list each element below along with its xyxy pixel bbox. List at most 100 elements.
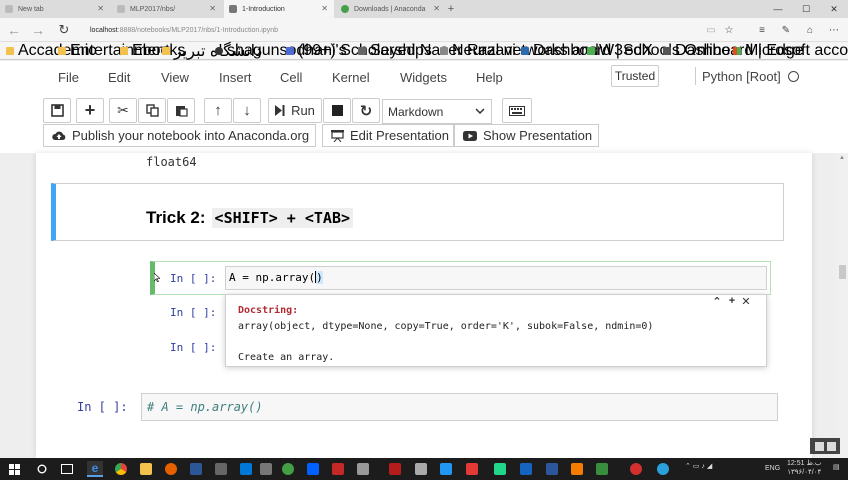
insert-cell-button[interactable]: + [76,98,104,123]
tab-1-introduction[interactable]: 1-Introduction ✕ [224,0,334,18]
menu-kernel[interactable]: Kernel [332,63,370,91]
show-presentation-button[interactable]: Show Presentation [454,124,599,147]
copy-button[interactable] [138,98,166,123]
share-icon[interactable]: ⌂ [802,22,818,38]
menu-help[interactable]: Help [476,63,503,91]
keyboard-icon [509,105,525,116]
maximize-icon[interactable]: ☐ [792,0,820,18]
app-icon[interactable] [569,461,585,477]
close-tooltip-icon[interactable]: ✕ [740,295,752,308]
app-icon[interactable] [438,461,454,477]
app-icon[interactable] [280,461,296,477]
chevron-down-icon [475,108,485,115]
close-icon[interactable]: ✕ [321,4,328,13]
folder-icon[interactable] [138,461,154,477]
app-icon[interactable] [238,461,254,477]
docstring-description: Create an array. [238,352,335,363]
paste-button[interactable] [167,98,195,123]
publish-anaconda-button[interactable]: Publish your notebook into Anaconda.org [43,124,316,147]
reading-view-icon[interactable]: ▭ [703,22,719,38]
firefox-icon[interactable] [163,461,179,477]
dropbox-icon[interactable] [305,461,321,477]
interrupt-button[interactable] [323,98,351,123]
tab-favicon [229,5,237,13]
move-down-button[interactable]: ↓ [233,98,261,123]
command-palette-button[interactable] [502,98,532,123]
scrollbar-thumb[interactable] [839,265,846,279]
expand-tooltip-icon[interactable]: + [726,295,738,307]
menu-widgets[interactable]: Widgets [400,63,447,91]
input-language[interactable]: ENG [765,465,780,472]
chrome-icon[interactable] [113,461,129,477]
url-field[interactable]: localhost:8888/notebooks/MLP2017/nbs/1-I… [80,22,700,38]
tray-icons[interactable]: ⌃ ▭ ♪ ◢ [685,462,712,470]
tab-label: 1-Introduction [242,5,285,13]
app-icon[interactable] [413,461,429,477]
window-close-icon[interactable]: ✕ [820,0,848,18]
tab-mlp2017[interactable]: MLP2017/nbs/ ✕ [112,0,222,18]
cloud-upload-icon [52,129,66,143]
telegram-icon[interactable] [655,461,671,477]
bookmark-item[interactable]: Microsoft account | [733,42,848,59]
w3schools-icon [587,47,595,55]
cut-button[interactable]: ✂ [109,98,137,123]
tab-new-tab[interactable]: New tab ✕ [0,0,110,18]
windows-start-icon[interactable] [6,461,22,477]
tab-downloads-anaconda[interactable]: Downloads | Anaconda ✕ [336,0,446,18]
scroll-up-icon[interactable]: ▲ [839,155,845,161]
app-icon[interactable] [464,461,480,477]
notifications-icon[interactable]: ▤ [833,463,840,471]
menu-insert[interactable]: Insert [219,63,252,91]
back-arrow-icon[interactable]: ← [6,22,22,38]
minimize-icon[interactable]: — [764,0,792,18]
move-up-button[interactable]: ↑ [204,98,232,123]
mouse-cursor-icon [153,269,161,283]
restart-button[interactable]: ↻ [352,98,380,123]
hub-icon[interactable]: ≡ [754,22,770,38]
pause-icon [814,441,824,451]
pycharm-icon[interactable] [492,461,508,477]
page-scrollbar[interactable]: ▲ [836,153,848,458]
app-icon[interactable] [213,461,229,477]
refresh-icon[interactable]: ↻ [56,22,72,38]
clock-time: 12:51 ب.ظ [787,460,822,467]
app-icon[interactable] [518,461,534,477]
app-icon[interactable] [594,461,610,477]
site-icon [358,47,366,55]
menu-view[interactable]: View [161,63,189,91]
edge-icon[interactable]: e [87,461,103,477]
clock[interactable]: 12:51 ب.ظ ۱۳۹۶/۰۴/۰۴ [787,459,821,477]
app-icon[interactable] [387,461,403,477]
more-icon[interactable]: ⋯ [826,22,842,38]
app-icon[interactable] [330,461,346,477]
forward-arrow-icon[interactable]: → [30,22,46,38]
app-icon[interactable] [355,461,371,477]
task-view-icon[interactable] [59,461,75,477]
kernel-idle-icon [788,71,799,82]
word-icon[interactable] [544,461,560,477]
app-icon[interactable] [628,461,644,477]
edit-presentation-button[interactable]: Edit Presentation [322,124,454,147]
menu-file[interactable]: File [58,63,79,91]
matching-paren: ) [316,271,323,284]
menu-cell[interactable]: Cell [280,63,302,91]
cell-type-select[interactable]: Markdown [382,99,492,124]
favorite-star-icon[interactable]: ☆ [721,22,737,38]
run-button[interactable]: Run [268,98,322,123]
close-icon[interactable]: ✕ [433,4,440,13]
close-icon[interactable]: ✕ [97,4,104,13]
app-icon[interactable] [258,461,274,477]
menu-edit[interactable]: Edit [108,63,130,91]
floating-controls[interactable] [810,438,840,454]
docstring-title: Docstring: [238,305,299,316]
close-icon[interactable]: ✕ [209,4,216,13]
new-tab-icon[interactable]: + [444,0,458,18]
web-note-icon[interactable]: ✎ [778,22,794,38]
search-icon[interactable] [34,461,50,477]
trusted-indicator[interactable]: Trusted [611,65,659,87]
tab-favicon [5,5,13,13]
save-button[interactable] [43,98,71,123]
collapse-tooltip-icon[interactable]: ⌃ [711,295,723,308]
microsoft-icon [733,47,741,55]
app-icon[interactable] [188,461,204,477]
